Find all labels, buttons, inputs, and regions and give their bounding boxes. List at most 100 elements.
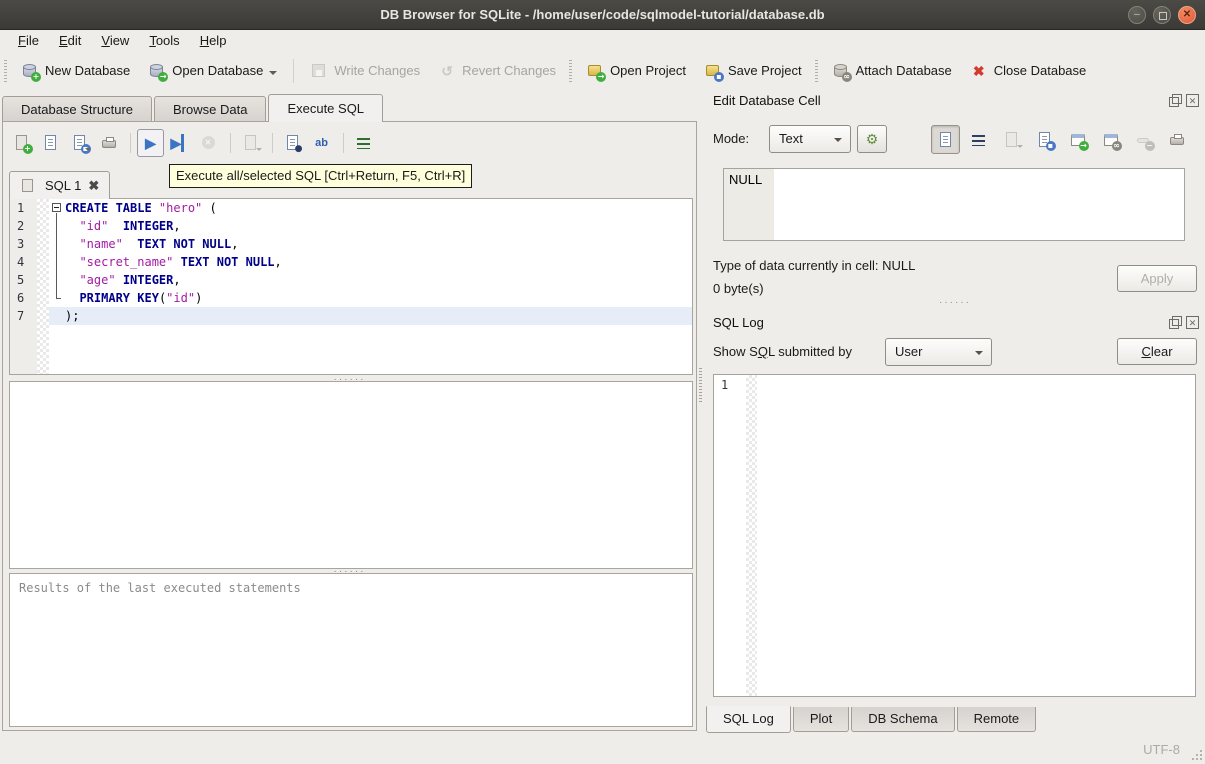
minimize-icon[interactable]: – — [1128, 6, 1146, 24]
open-sql-file-button[interactable] — [37, 129, 64, 157]
toolbar-drag-handle[interactable] — [814, 59, 818, 82]
toolbar-button-label: Open Project — [610, 63, 686, 78]
close-dock-icon[interactable]: ✕ — [1186, 94, 1199, 107]
editor-line-2[interactable]: 2 "id" INTEGER, — [10, 217, 692, 235]
log-line-number: 1 — [721, 378, 729, 392]
word-wrap-button[interactable] — [964, 125, 993, 154]
import-data-button[interactable]: ▪ — [1030, 125, 1059, 154]
messages-pane[interactable]: Results of the last executed statements — [9, 573, 693, 727]
new-sql-tab-button[interactable]: + — [8, 129, 35, 157]
format-sql-button[interactable] — [350, 129, 377, 157]
tab-database-structure[interactable]: Database Structure — [2, 96, 153, 122]
attach-database-button[interactable]: ∞ Attach Database — [823, 57, 961, 85]
save-project-button[interactable]: ▪ Save Project — [695, 57, 811, 85]
dropdown-caret-icon[interactable] — [256, 148, 262, 154]
open-in-external-button[interactable]: ∞ — [1096, 125, 1125, 154]
code-text[interactable]: "id" INTEGER, — [65, 217, 692, 235]
fold-margin-cell — [37, 199, 49, 217]
print-cell-button[interactable] — [1162, 125, 1191, 154]
dock-splitter[interactable] — [699, 368, 702, 402]
save-sql-file-button[interactable]: ▪ — [66, 129, 93, 157]
sql-document-tab[interactable]: SQL 1 ✖ — [9, 171, 111, 199]
dropdown-caret-icon[interactable] — [1017, 145, 1023, 151]
print-button[interactable] — [95, 129, 122, 157]
editor-line-5[interactable]: 5 "age" INTEGER, — [10, 271, 692, 289]
float-dock-icon[interactable] — [1168, 316, 1182, 329]
code-text[interactable]: PRIMARY KEY("id") — [65, 289, 692, 307]
save-project-icon: ▪ — [704, 62, 724, 82]
fold-collapse-icon[interactable] — [49, 199, 65, 217]
editor-line-6[interactable]: 6 PRIMARY KEY("id") — [10, 289, 692, 307]
write-changes-button[interactable]: Write Changes — [301, 57, 429, 85]
float-dock-icon[interactable] — [1168, 94, 1182, 107]
execute-line-button[interactable]: ▶ — [166, 129, 193, 157]
editor-code-area[interactable]: 1 CREATE TABLE "hero" (2 "id" INTEGER, 3 "… — [10, 199, 692, 325]
toolbar-button-label: Open Database — [172, 63, 264, 78]
bottom-tab-db-schema[interactable]: DB Schema — [851, 707, 955, 732]
close-dock-icon[interactable]: ✕ — [1186, 316, 1199, 329]
save-cell-button[interactable] — [997, 125, 1026, 154]
editor-line-7[interactable]: 7); — [10, 307, 692, 325]
dropdown-caret-icon[interactable] — [269, 70, 278, 79]
apply-button[interactable]: Apply — [1117, 265, 1197, 292]
save-results-button[interactable] — [237, 129, 264, 157]
submitted-by-select[interactable]: User — [885, 338, 992, 366]
encoding-indicator[interactable]: UTF-8 — [1143, 742, 1180, 757]
bottom-tab-plot[interactable]: Plot — [792, 707, 850, 732]
execute-all-button[interactable]: ▶ — [137, 129, 164, 157]
export-data-button[interactable]: → — [1063, 125, 1092, 154]
menu-view[interactable]: View — [91, 30, 139, 53]
stop-button[interactable]: ✕ — [195, 129, 222, 157]
sql-editor[interactable]: 1 CREATE TABLE "hero" (2 "id" INTEGER, 3 "… — [9, 198, 693, 375]
autocomplete-button[interactable]: ab — [308, 129, 335, 157]
bottom-tab-sql-log[interactable]: SQL Log — [706, 706, 791, 733]
titlebar[interactable]: DB Browser for SQLite - /home/user/code/… — [0, 0, 1205, 30]
import-gear-icon[interactable]: ⚙ — [857, 125, 887, 153]
set-null-button[interactable]: − — [1129, 125, 1158, 154]
new-database-button[interactable]: + New Database — [12, 57, 139, 85]
results-placeholder: Results of the last executed statements — [19, 581, 301, 595]
cell-editor-toolbar: ▪ → ∞ − — [931, 125, 1191, 154]
code-text[interactable]: ); — [65, 307, 692, 325]
mode-select[interactable]: Text — [769, 125, 851, 153]
bottom-tab-remote[interactable]: Remote — [956, 707, 1037, 732]
menu-edit[interactable]: Edit — [49, 30, 91, 53]
code-text[interactable]: "age" INTEGER, — [65, 271, 692, 289]
cell-editor-box[interactable]: NULL — [723, 168, 1185, 241]
editor-line-3[interactable]: 3 "name" TEXT NOT NULL, — [10, 235, 692, 253]
maximize-icon[interactable] — [1153, 6, 1171, 24]
toolbar-drag-handle[interactable] — [569, 59, 573, 82]
menu-tools[interactable]: Tools — [139, 30, 189, 53]
close-icon[interactable]: ✕ — [1178, 6, 1196, 24]
menu-help[interactable]: Help — [190, 30, 237, 53]
clear-button[interactable]: Clear — [1117, 338, 1197, 365]
menu-file[interactable]: File — [8, 30, 49, 53]
write-changes-icon — [310, 62, 328, 80]
tab-browse-data[interactable]: Browse Data — [154, 96, 267, 122]
toolbar-drag-handle[interactable] — [4, 59, 7, 82]
open-project-button[interactable]: → Open Project — [577, 57, 695, 85]
editor-line-4[interactable]: 4 "secret_name" TEXT NOT NULL, — [10, 253, 692, 271]
code-text[interactable]: "secret_name" TEXT NOT NULL, — [65, 253, 692, 271]
sql-log-area[interactable]: 1 — [713, 374, 1196, 697]
revert-changes-button[interactable]: ↺ Revert Changes — [429, 57, 565, 85]
code-text[interactable]: "name" TEXT NOT NULL, — [65, 235, 692, 253]
toolbar-separator — [272, 133, 273, 153]
splitter-handle[interactable]: ······ — [705, 298, 1205, 308]
dropdown-caret-icon[interactable] — [85, 148, 91, 154]
sql-log-title: SQL Log — [713, 315, 764, 330]
code-text[interactable]: CREATE TABLE "hero" ( — [65, 199, 692, 217]
fold-margin-cell — [37, 253, 49, 271]
tab-execute-sql[interactable]: Execute SQL — [268, 94, 384, 122]
close-sql-tab-icon[interactable]: ✖ — [88, 178, 99, 194]
close-database-button[interactable]: ✖ Close Database — [961, 57, 1096, 85]
line-number: 2 — [17, 219, 25, 233]
fold-margin-cell — [37, 271, 49, 289]
results-grid-pane[interactable] — [9, 381, 693, 569]
sql-tab-label: SQL 1 — [45, 178, 82, 193]
editor-line-1[interactable]: 1 CREATE TABLE "hero" ( — [10, 199, 692, 217]
open-database-button[interactable]: → Open Database — [139, 57, 286, 85]
find-button[interactable]: ● — [279, 129, 306, 157]
resize-grip-icon[interactable] — [1190, 748, 1202, 760]
text-mode-button[interactable] — [931, 125, 960, 154]
